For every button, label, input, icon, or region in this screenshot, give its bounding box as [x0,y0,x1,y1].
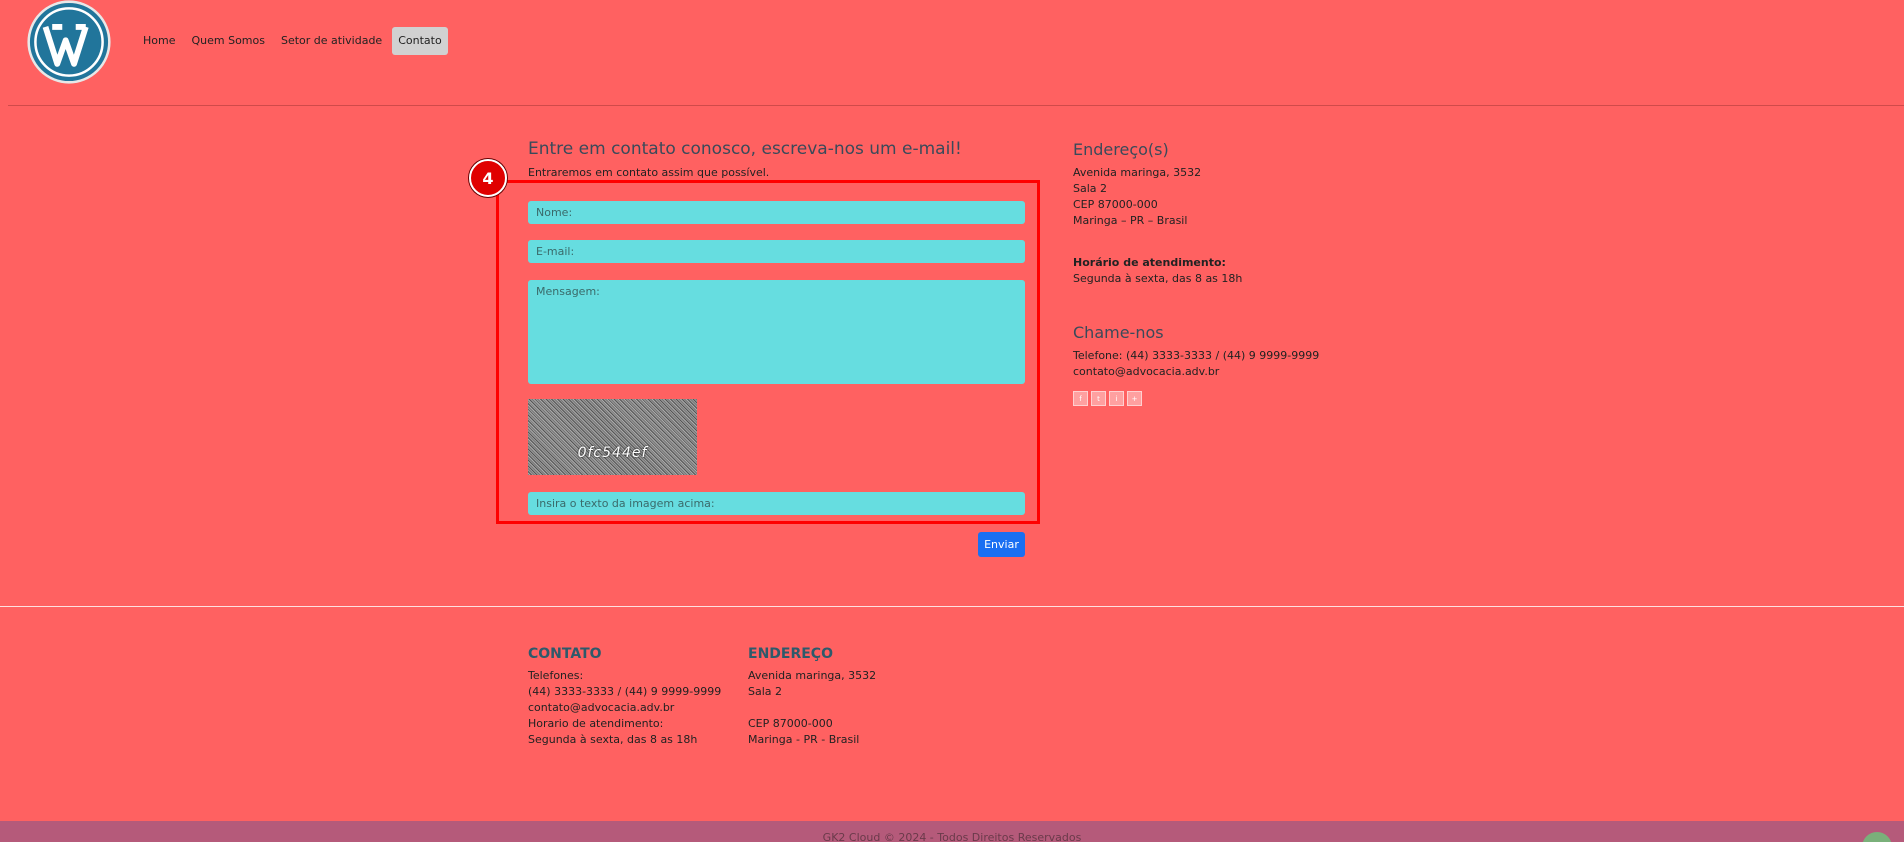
footer-address-line [748,700,876,716]
hours-label: Horário de atendimento: [1073,256,1226,269]
footer-contact-line: (44) 3333-3333 / (44) 9 9999-9999 [528,685,722,698]
hours-value: Segunda à sexta, das 8 as 18h [1073,272,1243,285]
google-plus-icon[interactable]: + [1127,391,1142,406]
address-lines: Avenida maringa, 3532 Sala 2 CEP 87000-0… [1073,165,1201,229]
call-lines: Telefone: (44) 3333-3333 / (44) 9 9999-9… [1073,348,1319,380]
copyright-text: GK2 Cloud © 2024 - Todos Direitos Reserv… [822,831,1082,842]
social-links: f t i + [1073,391,1142,406]
nav-item-quem-somos[interactable]: Quem Somos [185,27,271,55]
footer-contact-line: Telefones: [528,669,584,682]
nav-item-contato[interactable]: Contato [392,27,448,55]
wordpress-logo-icon[interactable] [26,0,112,84]
footer-contact-line: Horario de atendimento: [528,717,664,730]
footer-address: ENDEREÇO Avenida maringa, 3532 Sala 2 CE… [748,646,876,748]
instagram-icon[interactable]: i [1109,391,1124,406]
captcha-text: 0fc544ef [577,445,648,461]
footer-address-line: CEP 87000-000 [748,717,833,730]
phone-line: Telefone: (44) 3333-3333 / (44) 9 9999-9… [1073,349,1320,362]
footer-address-line: Maringa - PR - Brasil [748,733,860,746]
message-input[interactable] [528,280,1025,384]
footer-divider [0,606,1904,607]
footer-contact-title: CONTATO [528,646,602,662]
footer-contact: CONTATO Telefones: (44) 3333-3333 / (44)… [528,646,721,748]
contact-subtitle: Entraremos em contato assim que possível… [528,166,770,179]
address-line: Sala 2 [1073,182,1108,195]
footer-contact-line[interactable]: contato@advocacia.adv.br [528,700,721,716]
step-badge: 4 [469,159,507,197]
contact-title: Entre em contato conosco, escreva-nos um… [528,139,962,159]
captcha-image: 0fc544ef [528,399,697,475]
facebook-icon[interactable]: f [1073,391,1088,406]
copyright-bar: GK2 Cloud © 2024 - Todos Direitos Reserv… [0,821,1904,842]
send-button[interactable]: Enviar [978,532,1025,557]
address-line: Avenida maringa, 3532 [1073,166,1202,179]
footer-address-line: Avenida maringa, 3532 [748,669,877,682]
site-header: Home Quem Somos Setor de atividade Conta… [0,0,1904,106]
email-line[interactable]: contato@advocacia.adv.br [1073,364,1319,380]
footer-address-title: ENDEREÇO [748,646,833,662]
address-line: Maringa – PR – Brasil [1073,214,1188,227]
footer-contact-line: Segunda à sexta, das 8 as 18h [528,733,698,746]
name-input[interactable] [528,201,1025,224]
twitter-icon[interactable]: t [1091,391,1106,406]
nav-item-setor-de-atividade[interactable]: Setor de atividade [275,27,388,55]
nav-item-home[interactable]: Home [137,27,181,55]
email-input[interactable] [528,240,1025,263]
footer-address-line: Sala 2 [748,685,783,698]
main-nav: Home Quem Somos Setor de atividade Conta… [137,27,448,55]
captcha-input[interactable] [528,492,1025,515]
address-title: Endereço(s) [1073,140,1169,159]
header-divider [8,105,1904,106]
address-line: CEP 87000-000 [1073,198,1158,211]
call-title: Chame-nos [1073,323,1164,342]
